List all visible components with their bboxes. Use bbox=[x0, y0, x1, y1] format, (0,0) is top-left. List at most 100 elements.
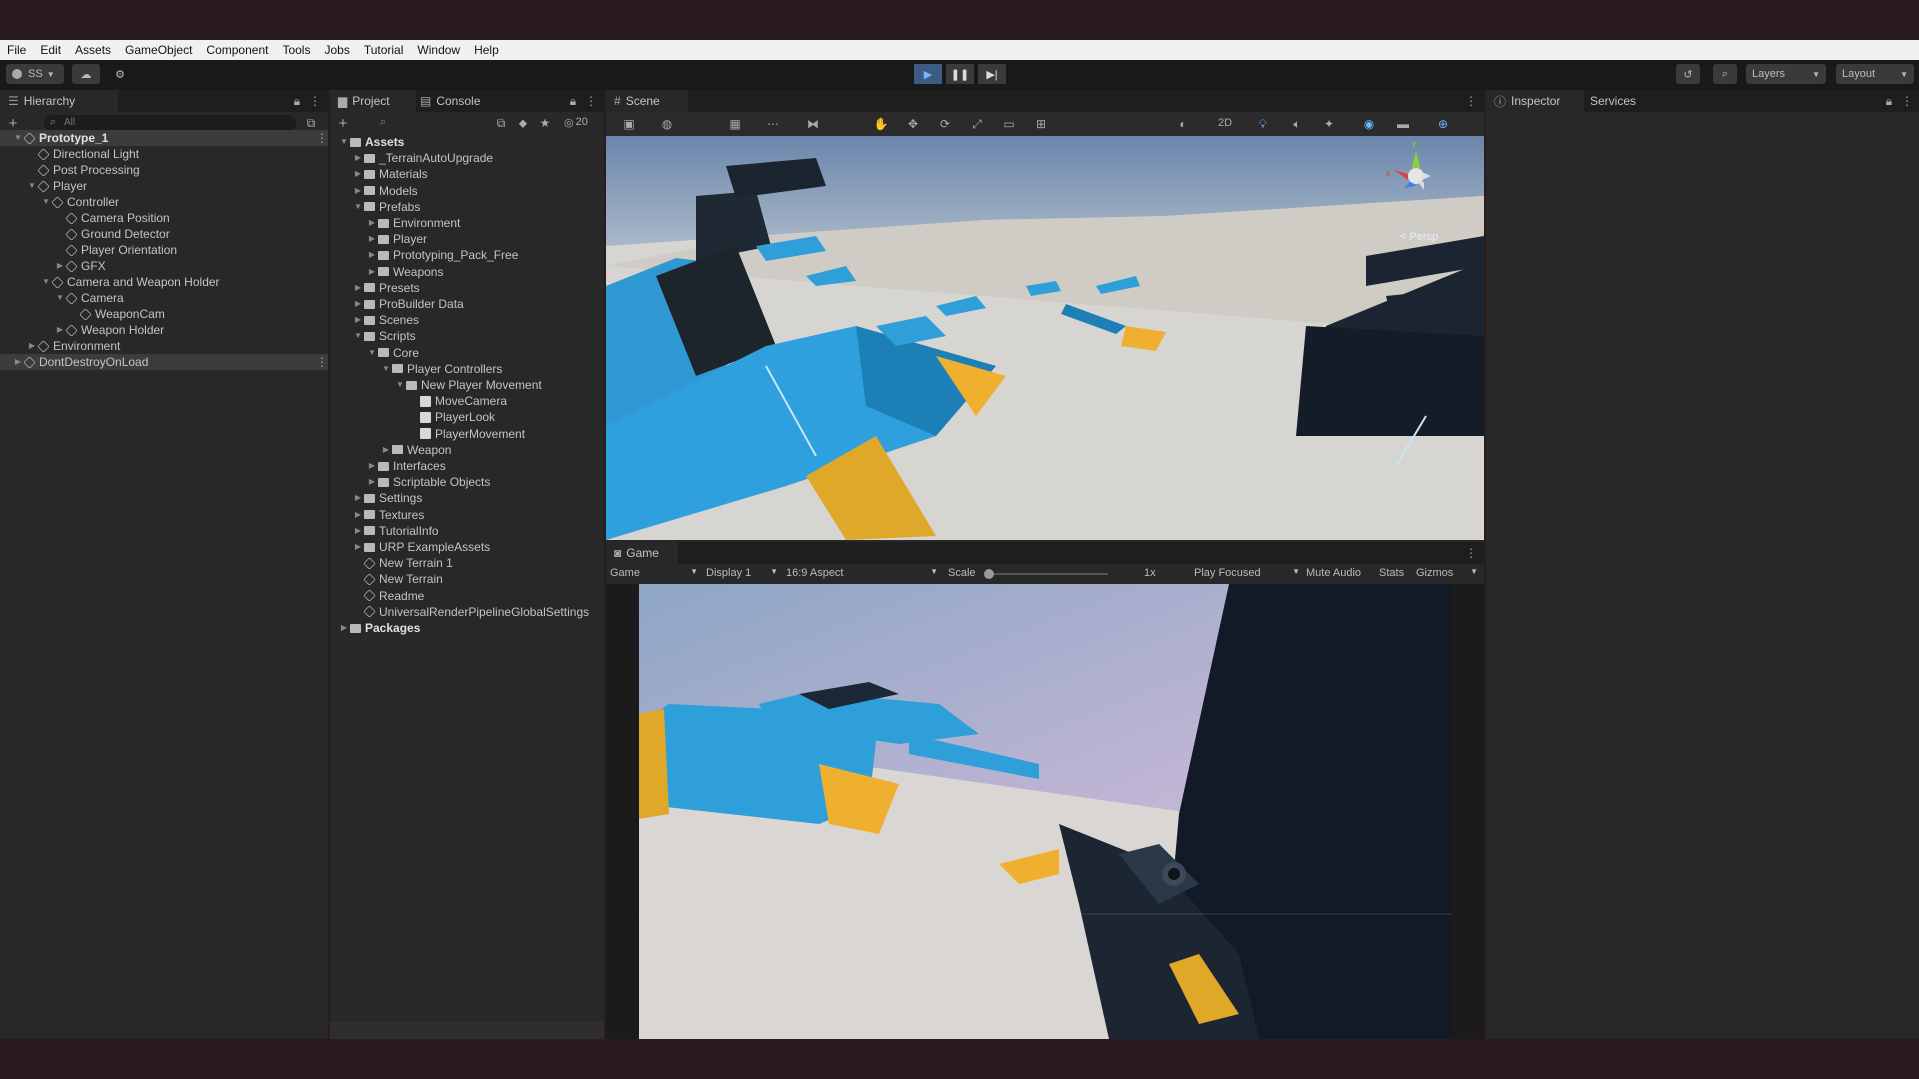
project-item[interactable]: ▶ TutorialInfo bbox=[355, 523, 439, 539]
game-viewport[interactable] bbox=[639, 584, 1451, 1039]
expanded-arrow-icon[interactable]: ▼ bbox=[40, 274, 52, 290]
expanded-arrow-icon[interactable]: ▼ bbox=[54, 290, 66, 306]
project-item[interactable]: PlayerLook bbox=[420, 409, 495, 425]
hierarchy-item[interactable]: Post Processing bbox=[37, 162, 140, 178]
filter-label-icon[interactable]: ⬥ bbox=[516, 116, 530, 130]
project-item[interactable]: ▶ Weapon bbox=[383, 442, 452, 458]
toggle-2d-button[interactable]: 2D bbox=[1218, 117, 1232, 129]
collapsed-arrow-icon[interactable]: ▶ bbox=[352, 490, 364, 506]
project-item[interactable]: Readme bbox=[363, 588, 424, 604]
menu-item-gameobject[interactable]: GameObject bbox=[118, 43, 199, 57]
collapsed-arrow-icon[interactable]: ▶ bbox=[352, 183, 364, 199]
project-item[interactable]: MoveCamera bbox=[420, 393, 507, 409]
audio-icon[interactable]: 🔈︎ bbox=[1290, 117, 1304, 131]
more-icon[interactable]: ⋮ bbox=[316, 354, 328, 370]
shading-mode-icon[interactable]: ◐ bbox=[1176, 117, 1190, 131]
collapsed-arrow-icon[interactable]: ▶ bbox=[352, 150, 364, 166]
search-options-icon[interactable]: ⧉ bbox=[304, 116, 318, 130]
mute-audio-toggle[interactable]: Mute Audio bbox=[1306, 567, 1361, 579]
expanded-arrow-icon[interactable]: ▼ bbox=[352, 199, 364, 215]
effects-icon[interactable]: ✦ bbox=[1322, 117, 1336, 131]
more-icon[interactable]: ⋮ bbox=[1464, 94, 1478, 108]
history-button[interactable]: ↺ bbox=[1676, 64, 1700, 84]
menu-item-assets[interactable]: Assets bbox=[68, 43, 118, 57]
step-button[interactable]: ▶| bbox=[978, 64, 1006, 84]
project-item[interactable]: ▶ Textures bbox=[355, 507, 424, 523]
menu-item-component[interactable]: Component bbox=[199, 43, 275, 57]
collapsed-arrow-icon[interactable]: ▶ bbox=[54, 322, 66, 338]
hierarchy-item[interactable]: Camera Position bbox=[65, 210, 170, 226]
project-item[interactable]: ▶ _TerrainAutoUpgrade bbox=[355, 150, 493, 166]
tab-scene[interactable]: # Scene bbox=[606, 90, 688, 112]
grid-snap-icon[interactable]: ▦ bbox=[728, 117, 742, 131]
draw-mode-icon[interactable]: ▣ bbox=[622, 117, 636, 131]
tab-inspector[interactable]: ⓘ Inspector bbox=[1486, 90, 1584, 112]
move-tool-icon[interactable]: ✥ bbox=[906, 117, 920, 131]
project-item[interactable]: ▼ Assets bbox=[340, 134, 404, 150]
transform-tool-icon[interactable]: ⊞ bbox=[1034, 117, 1048, 131]
layout-dropdown[interactable]: Layout ▼ bbox=[1836, 64, 1914, 84]
collapsed-arrow-icon[interactable]: ▶ bbox=[352, 523, 364, 539]
tab-game[interactable]: ◙ Game bbox=[606, 542, 678, 564]
project-item[interactable]: ▶ URP ExampleAssets bbox=[355, 539, 490, 555]
project-item[interactable]: ▼ Scripts bbox=[354, 328, 416, 344]
hierarchy-item[interactable]: ▶ GFX bbox=[57, 258, 106, 274]
hierarchy-item[interactable]: Ground Detector bbox=[65, 226, 170, 242]
menu-item-tutorial[interactable]: Tutorial bbox=[357, 43, 411, 57]
collapsed-arrow-icon[interactable]: ▶ bbox=[352, 539, 364, 555]
hierarchy-item[interactable]: ▶ DontDestroyOnLoad ⋮ bbox=[15, 354, 328, 370]
collapsed-arrow-icon[interactable]: ▶ bbox=[352, 296, 364, 312]
collapsed-arrow-icon[interactable]: ▶ bbox=[352, 507, 364, 523]
hidden-packages-toggle[interactable]: ◎ 20 bbox=[564, 116, 588, 129]
more-icon[interactable]: ⋮ bbox=[308, 94, 322, 108]
project-item[interactable]: ▶ Settings bbox=[355, 490, 422, 506]
menu-item-window[interactable]: Window bbox=[410, 43, 467, 57]
stats-toggle[interactable]: Stats bbox=[1379, 567, 1404, 579]
add-icon[interactable]: + bbox=[336, 115, 350, 132]
menu-item-edit[interactable]: Edit bbox=[33, 43, 68, 57]
project-item[interactable]: UniversalRenderPipelineGlobalSettings bbox=[363, 604, 589, 620]
hierarchy-item[interactable]: ▼ Prototype_1 ⋮ bbox=[14, 130, 328, 146]
cloud-button[interactable]: ☁ bbox=[72, 64, 100, 84]
project-item[interactable]: ▶ Scriptable Objects bbox=[369, 474, 490, 490]
orientation-gizmo[interactable]: y x z bbox=[1386, 138, 1446, 206]
tab-hierarchy[interactable]: ☰ Hierarchy bbox=[0, 90, 118, 112]
expanded-arrow-icon[interactable]: ▼ bbox=[380, 361, 392, 377]
global-icon[interactable]: ◍ bbox=[660, 117, 674, 131]
project-item[interactable]: ▶ Presets bbox=[355, 280, 420, 296]
hierarchy-item[interactable]: ▼ Controller bbox=[42, 194, 119, 210]
hierarchy-item[interactable]: ▼ Camera bbox=[56, 290, 124, 306]
account-button[interactable]: SS ▼ bbox=[6, 64, 64, 84]
expanded-arrow-icon[interactable]: ▼ bbox=[366, 345, 378, 361]
tab-services[interactable]: Services bbox=[1586, 90, 1660, 112]
project-item[interactable]: New Terrain 1 bbox=[363, 555, 453, 571]
menu-item-file[interactable]: File bbox=[0, 43, 33, 57]
scale-slider[interactable] bbox=[984, 569, 1108, 579]
gizmos-dropdown[interactable]: Gizmos ▼ bbox=[1416, 567, 1478, 579]
lighting-icon[interactable]: 💡︎ bbox=[1256, 117, 1270, 131]
collapsed-arrow-icon[interactable]: ▶ bbox=[366, 458, 378, 474]
menu-item-help[interactable]: Help bbox=[467, 43, 506, 57]
collapsed-arrow-icon[interactable]: ▶ bbox=[338, 620, 350, 636]
hierarchy-search-input[interactable]: ⌕ All bbox=[44, 115, 296, 131]
layers-dropdown[interactable]: Layers ▼ bbox=[1746, 64, 1826, 84]
collab-button[interactable]: ⚙ bbox=[108, 64, 132, 84]
aspect-dropdown[interactable]: 16:9 Aspect ▼ bbox=[786, 567, 938, 579]
snap-icon[interactable]: ⋯ bbox=[766, 117, 780, 131]
collapsed-arrow-icon[interactable]: ▶ bbox=[352, 166, 364, 182]
project-item[interactable]: ▼ Player Controllers bbox=[382, 361, 502, 377]
project-search-input[interactable]: ⌕ bbox=[374, 115, 494, 131]
hierarchy-item[interactable]: ▼ Camera and Weapon Holder bbox=[42, 274, 220, 290]
search-button[interactable]: ⌕ bbox=[1713, 64, 1737, 84]
collapsed-arrow-icon[interactable]: ▶ bbox=[380, 442, 392, 458]
scene-viewport[interactable]: y x z < Persp bbox=[606, 136, 1484, 540]
hand-tool-icon[interactable]: ✋ bbox=[874, 117, 889, 131]
more-icon[interactable]: ⋮ bbox=[316, 130, 328, 146]
play-focused-dropdown[interactable]: Play Focused ▼ bbox=[1194, 567, 1300, 579]
lock-icon[interactable]: 🔒︎ bbox=[290, 94, 304, 108]
more-icon[interactable]: ⋮ bbox=[584, 94, 598, 108]
expanded-arrow-icon[interactable]: ▼ bbox=[40, 194, 52, 210]
tab-console[interactable]: ▤ Console bbox=[420, 90, 500, 112]
pause-button[interactable]: ❚❚ bbox=[946, 64, 974, 84]
display-dropdown[interactable]: Display 1 ▼ bbox=[706, 567, 778, 579]
